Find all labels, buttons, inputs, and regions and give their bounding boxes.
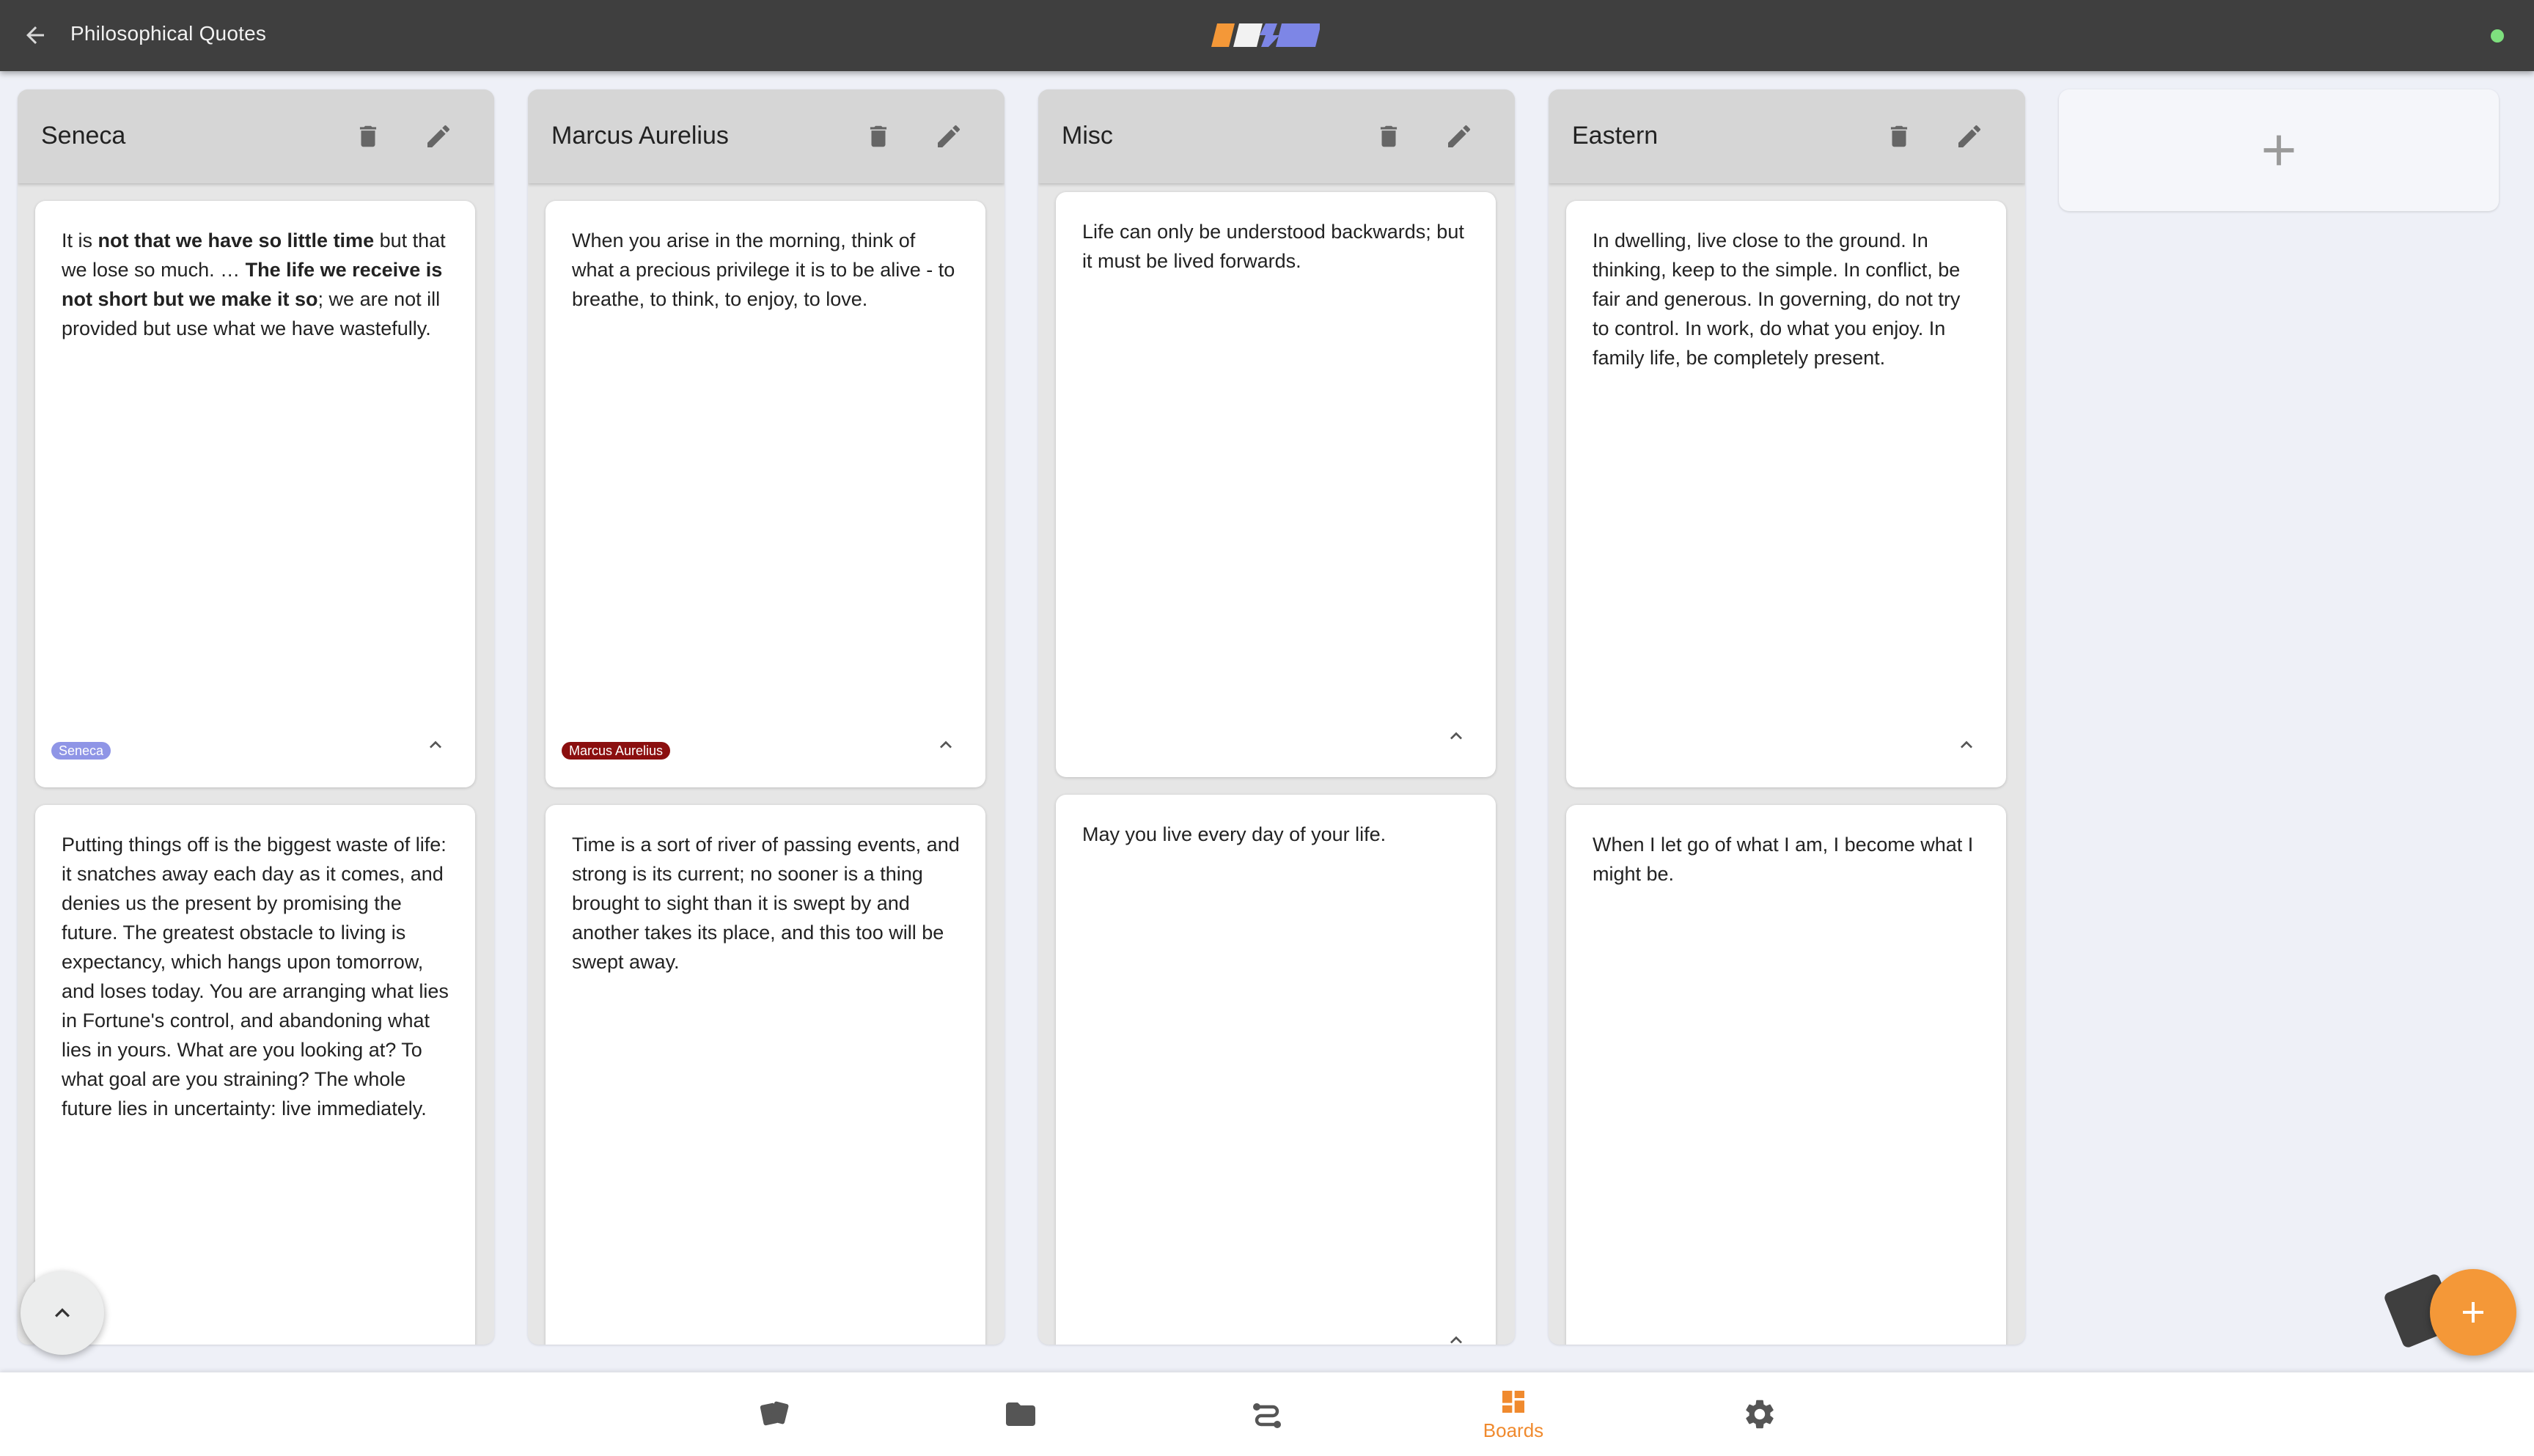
edit-column-button[interactable]: [931, 119, 966, 154]
plus-icon: [2263, 135, 2294, 166]
quote-card[interactable]: May you live every day of your life.: [1056, 795, 1496, 1345]
quote-text: Life can only be understood backwards; b…: [1082, 221, 1464, 272]
column-header: Eastern: [1549, 89, 2025, 183]
column-seneca: Seneca It is not that we have so little …: [18, 89, 494, 1345]
top-app-bar: Philosophical Quotes: [0, 0, 2534, 71]
status-indicator: [2491, 29, 2504, 43]
quote-card[interactable]: When you arise in the morning, think of …: [546, 201, 985, 787]
back-button[interactable]: [13, 13, 57, 57]
folder-icon: [1006, 1402, 1035, 1426]
column-header: Misc: [1038, 89, 1515, 183]
chevron-up-icon: [940, 740, 952, 749]
column-header: Marcus Aurelius: [528, 89, 1005, 183]
add-card-button[interactable]: [2430, 1269, 2516, 1356]
delete-column-button[interactable]: [350, 119, 386, 154]
edit-column-button[interactable]: [1952, 119, 1987, 154]
quote-card[interactable]: When I let go of what I am, I become wha…: [1566, 805, 2006, 1345]
add-column-button[interactable]: [2059, 89, 2499, 211]
column-title: Misc: [1062, 122, 1113, 150]
collapse-card-button[interactable]: [419, 729, 452, 761]
column-header: Seneca: [18, 89, 494, 183]
trash-icon: [870, 125, 887, 147]
column-title: Seneca: [41, 122, 126, 150]
scroll-to-top-button[interactable]: [21, 1271, 104, 1355]
column-title: Eastern: [1572, 122, 1659, 150]
nav-boards-label: Boards: [1483, 1419, 1544, 1441]
flow-icon: [1253, 1403, 1281, 1428]
app-logo: [1211, 23, 1320, 47]
pencil-icon: [1448, 125, 1471, 147]
nav-folders[interactable]: [962, 1372, 1079, 1456]
collapse-card-button[interactable]: [1440, 1324, 1472, 1345]
column-title: Marcus Aurelius: [551, 122, 729, 150]
nav-settings[interactable]: [1701, 1372, 1818, 1456]
pencil-icon: [1958, 125, 1981, 147]
quote-card[interactable]: Life can only be understood backwards; b…: [1056, 192, 1496, 777]
plus-icon: [2463, 1302, 2483, 1323]
chevron-up-icon: [1450, 732, 1462, 740]
chevron-up-icon: [1450, 1336, 1462, 1344]
pencil-icon: [427, 125, 450, 147]
tag-badge[interactable]: Seneca: [51, 742, 111, 760]
chevron-up-icon: [430, 740, 441, 749]
nav-flow[interactable]: [1208, 1372, 1326, 1456]
collapse-card-button[interactable]: [930, 729, 962, 761]
gear-icon: [1746, 1400, 1774, 1429]
quote-text: May you live every day of your life.: [1082, 823, 1387, 845]
quote-card[interactable]: Putting things off is the biggest waste …: [35, 805, 475, 1345]
quote-card[interactable]: Time is a sort of river of passing event…: [546, 805, 985, 1345]
quote-text: It is not that we have so little time bu…: [62, 229, 446, 339]
chevron-up-icon: [1961, 740, 1972, 749]
trash-icon: [1890, 125, 1908, 147]
trash-icon: [1380, 125, 1398, 147]
bottom-navigation: Boards: [0, 1372, 2534, 1456]
board-title: Philosophical Quotes: [70, 22, 267, 45]
nav-boards[interactable]: Boards: [1455, 1372, 1572, 1456]
edit-column-button[interactable]: [421, 119, 456, 154]
arrow-left-icon: [26, 26, 44, 44]
edit-column-button[interactable]: [1442, 119, 1477, 154]
quote-text: When you arise in the morning, think of …: [572, 229, 955, 310]
chevron-up-icon: [55, 1308, 70, 1317]
column-eastern: Eastern In dwelling, live close to the g…: [1549, 89, 2025, 1345]
trash-icon: [359, 125, 377, 147]
collapse-card-button[interactable]: [1950, 729, 1983, 761]
boards-icon: [1502, 1390, 1524, 1413]
collapse-card-button[interactable]: [1440, 720, 1472, 752]
quote-text: In dwelling, live close to the ground. I…: [1593, 229, 1961, 369]
quote-text: When I let go of what I am, I become wha…: [1593, 834, 1974, 885]
cards-icon: [760, 1401, 789, 1426]
quote-text: Time is a sort of river of passing event…: [572, 834, 960, 973]
column-misc: Misc Life can only be understood backwar…: [1038, 89, 1515, 1345]
quote-card[interactable]: In dwelling, live close to the ground. I…: [1566, 201, 2006, 787]
tag-badge[interactable]: Marcus Aurelius: [562, 742, 671, 760]
delete-column-button[interactable]: [861, 119, 896, 154]
delete-column-button[interactable]: [1371, 119, 1406, 154]
quote-text: Putting things off is the biggest waste …: [62, 834, 449, 1119]
quote-card[interactable]: It is not that we have so little time bu…: [35, 201, 475, 787]
column-marcus-aurelius: Marcus Aurelius When you arise in the mo…: [528, 89, 1005, 1345]
delete-column-button[interactable]: [1881, 119, 1917, 154]
pencil-icon: [938, 125, 961, 147]
nav-cards[interactable]: [716, 1372, 834, 1456]
